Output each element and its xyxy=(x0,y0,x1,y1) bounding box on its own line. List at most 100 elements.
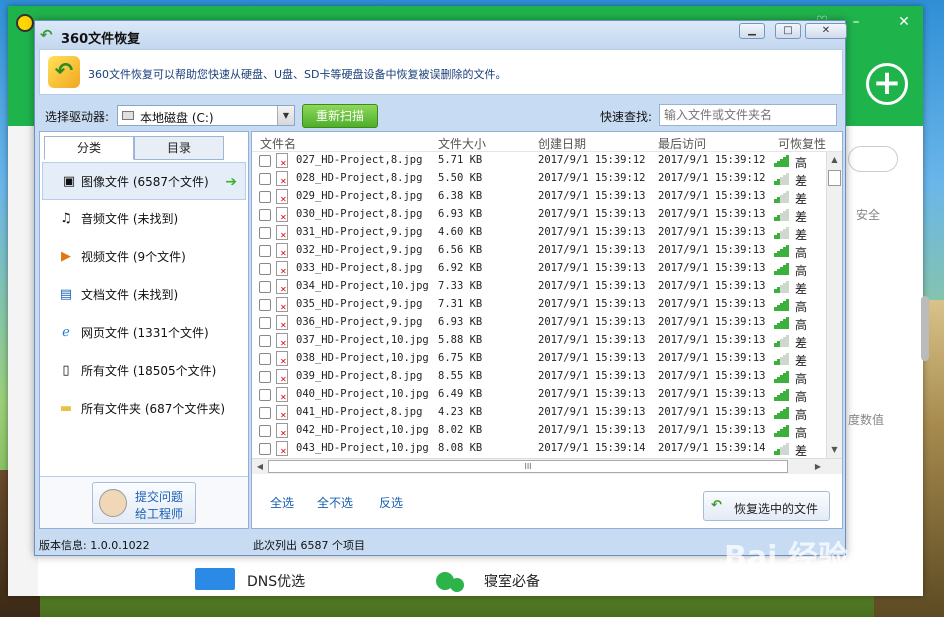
file-name: 041_HD-Project,8.jpg xyxy=(296,406,423,418)
table-row[interactable]: 042_HD-Project,10.jpg 8.02 KB 2017/9/1 15:… xyxy=(252,422,826,440)
ask-engineer-button[interactable]: 提交问题 给工程师 xyxy=(92,482,196,524)
table-row[interactable]: 031_HD-Project,9.jpg 4.60 KB 2017/9/1 15:3… xyxy=(252,224,826,242)
quick-search-label: 快速查找: xyxy=(600,110,653,124)
select-all-link[interactable]: 全选 xyxy=(270,494,294,511)
column-header-size[interactable]: 文件大小 xyxy=(438,135,486,152)
table-row[interactable]: 030_HD-Project,8.jpg 6.93 KB 2017/9/1 15:3… xyxy=(252,206,826,224)
dorm-label[interactable]: 寝室必备 xyxy=(484,571,540,591)
row-checkbox[interactable] xyxy=(259,191,271,203)
row-checkbox[interactable] xyxy=(259,227,271,239)
quick-search-input[interactable] xyxy=(660,105,836,125)
category-item-video[interactable]: ▶ 视频文件 (9个文件) xyxy=(40,238,248,276)
tab-directory[interactable]: 目录 xyxy=(134,136,224,160)
row-checkbox[interactable] xyxy=(259,389,271,401)
row-checkbox[interactable] xyxy=(259,299,271,311)
row-checkbox[interactable] xyxy=(259,425,271,437)
table-row[interactable]: 038_HD-Project,10.jpg 6.75 KB 2017/9/1 15:… xyxy=(252,350,826,368)
table-row[interactable]: 039_HD-Project,8.jpg 8.55 KB 2017/9/1 15:3… xyxy=(252,368,826,386)
maximize-button[interactable]: □ xyxy=(775,23,801,39)
table-row[interactable]: 035_HD-Project,9.jpg 7.31 KB 2017/9/1 15:3… xyxy=(252,296,826,314)
last-accessed: 2017/9/1 15:39:13 xyxy=(658,298,766,310)
quick-search-field[interactable] xyxy=(659,104,837,126)
column-header-accessed[interactable]: 最后访问 xyxy=(658,135,706,152)
dorm-icon[interactable] xyxy=(436,568,470,592)
last-accessed: 2017/9/1 15:39:13 xyxy=(658,352,766,364)
row-checkbox[interactable] xyxy=(259,371,271,383)
add-tool-icon[interactable]: + xyxy=(866,63,908,105)
table-row[interactable]: 041_HD-Project,8.jpg 4.23 KB 2017/9/1 15:3… xyxy=(252,404,826,422)
category-item-audio[interactable]: ♫ 音频文件 (未找到) xyxy=(40,200,248,238)
row-checkbox[interactable] xyxy=(259,281,271,293)
row-checkbox[interactable] xyxy=(259,407,271,419)
row-checkbox[interactable] xyxy=(259,173,271,185)
360-logo-icon xyxy=(16,14,34,32)
category-item-documents[interactable]: ▤ 文档文件 (未找到) xyxy=(40,276,248,314)
table-row[interactable]: 033_HD-Project,8.jpg 6.92 KB 2017/9/1 15:3… xyxy=(252,260,826,278)
column-header-created[interactable]: 创建日期 xyxy=(538,135,586,152)
category-item-web[interactable]: ℯ 网页文件 (1331个文件) xyxy=(40,314,248,352)
drive-select[interactable]: 本地磁盘 (C:) ▼ xyxy=(117,105,295,126)
file-name: 042_HD-Project,10.jpg xyxy=(296,424,429,436)
category-item-all-files[interactable]: ▯ 所有文件 (18505个文件) xyxy=(40,352,248,390)
category-item-images[interactable]: ▣ 图像文件 (6587个文件) ➔ xyxy=(42,162,246,200)
tab-category[interactable]: 分类 xyxy=(44,136,134,160)
table-row[interactable]: 028_HD-Project,8.jpg 5.50 KB 2017/9/1 15:3… xyxy=(252,170,826,188)
row-checkbox[interactable] xyxy=(259,335,271,347)
row-checkbox[interactable] xyxy=(259,155,271,167)
row-checkbox[interactable] xyxy=(259,209,271,221)
category-item-all-folders[interactable]: ▬ 所有文件夹 (687个文件夹) xyxy=(40,390,248,428)
table-row[interactable]: 027_HD-Project,8.jpg 5.71 KB 2017/9/1 15:3… xyxy=(252,152,826,170)
file-name: 035_HD-Project,9.jpg xyxy=(296,298,423,310)
dialog-titlebar[interactable]: ↶ 360文件恢复 ▁ □ ✕ xyxy=(35,21,847,49)
scroll-right-icon[interactable]: ▶ xyxy=(810,459,826,475)
parent-search-box[interactable] xyxy=(848,146,898,172)
vertical-scrollbar[interactable]: ▲ ▼ xyxy=(826,152,842,458)
column-header-recoverability[interactable]: 可恢复性 xyxy=(778,135,826,152)
signal-strength-icon xyxy=(774,317,790,329)
signal-strength-icon xyxy=(774,371,790,383)
deleted-file-icon xyxy=(276,423,288,438)
file-size: 7.33 KB xyxy=(438,280,483,292)
scroll-left-icon[interactable]: ◀ xyxy=(252,459,268,475)
row-checkbox[interactable] xyxy=(259,443,271,455)
close-button[interactable]: ✕ xyxy=(805,23,847,39)
parent-minimize-button[interactable]: – xyxy=(848,14,864,30)
category-label: 音频文件 (未找到) xyxy=(81,212,179,226)
parent-close-button[interactable]: ✕ xyxy=(896,14,912,30)
row-checkbox[interactable] xyxy=(259,245,271,257)
horizontal-scrollbar[interactable]: ◀ III ▶ xyxy=(252,458,842,474)
row-checkbox[interactable] xyxy=(259,263,271,275)
table-row[interactable]: 032_HD-Project,9.jpg 6.56 KB 2017/9/1 15:3… xyxy=(252,242,826,260)
parent-scrollbar[interactable] xyxy=(921,296,929,361)
scroll-up-icon[interactable]: ▲ xyxy=(827,152,842,168)
select-none-link[interactable]: 全不选 xyxy=(317,494,353,511)
table-row[interactable]: 034_HD-Project,10.jpg 7.33 KB 2017/9/1 15:… xyxy=(252,278,826,296)
table-row[interactable]: 040_HD-Project,10.jpg 6.49 KB 2017/9/1 15:… xyxy=(252,386,826,404)
music-icon: ♫ xyxy=(60,211,72,226)
hscroll-thumb[interactable]: III xyxy=(268,460,788,473)
recover-selected-button[interactable]: ↶ 恢复选中的文件 xyxy=(703,491,830,521)
rescan-button[interactable]: 重新扫描 xyxy=(302,104,378,128)
column-header-name[interactable]: 文件名 xyxy=(260,135,296,152)
scroll-down-icon[interactable]: ▼ xyxy=(827,442,842,458)
info-banner: ↶ 360文件恢复可以帮助您快速从硬盘、U盘、SD卡等硬盘设备中恢复被误删除的文… xyxy=(39,49,843,95)
table-row[interactable]: 043_HD-Project,10.jpg 8.08 KB 2017/9/1 15:… xyxy=(252,440,826,458)
file-name: 038_HD-Project,10.jpg xyxy=(296,352,429,364)
table-row[interactable]: 036_HD-Project,9.jpg 6.93 KB 2017/9/1 15:3… xyxy=(252,314,826,332)
dns-icon[interactable] xyxy=(195,568,235,590)
deleted-file-icon xyxy=(276,369,288,384)
created-date: 2017/9/1 15:39:13 xyxy=(538,262,646,274)
dns-label[interactable]: DNS优选 xyxy=(247,571,305,591)
row-checkbox[interactable] xyxy=(259,353,271,365)
category-panel: 分类 目录 ▣ 图像文件 (6587个文件) ➔ ♫ 音频文件 (未找到) ▶ … xyxy=(39,131,249,529)
row-checkbox[interactable] xyxy=(259,317,271,329)
scroll-thumb[interactable] xyxy=(828,170,841,186)
table-row[interactable]: 037_HD-Project,10.jpg 5.88 KB 2017/9/1 15:… xyxy=(252,332,826,350)
created-date: 2017/9/1 15:39:13 xyxy=(538,298,646,310)
chevron-down-icon[interactable]: ▼ xyxy=(277,106,294,125)
deleted-file-icon xyxy=(276,189,288,204)
minimize-button[interactable]: ▁ xyxy=(739,23,765,39)
table-row[interactable]: 029_HD-Project,8.jpg 6.38 KB 2017/9/1 15:3… xyxy=(252,188,826,206)
created-date: 2017/9/1 15:39:13 xyxy=(538,190,646,202)
invert-selection-link[interactable]: 反选 xyxy=(379,494,403,511)
